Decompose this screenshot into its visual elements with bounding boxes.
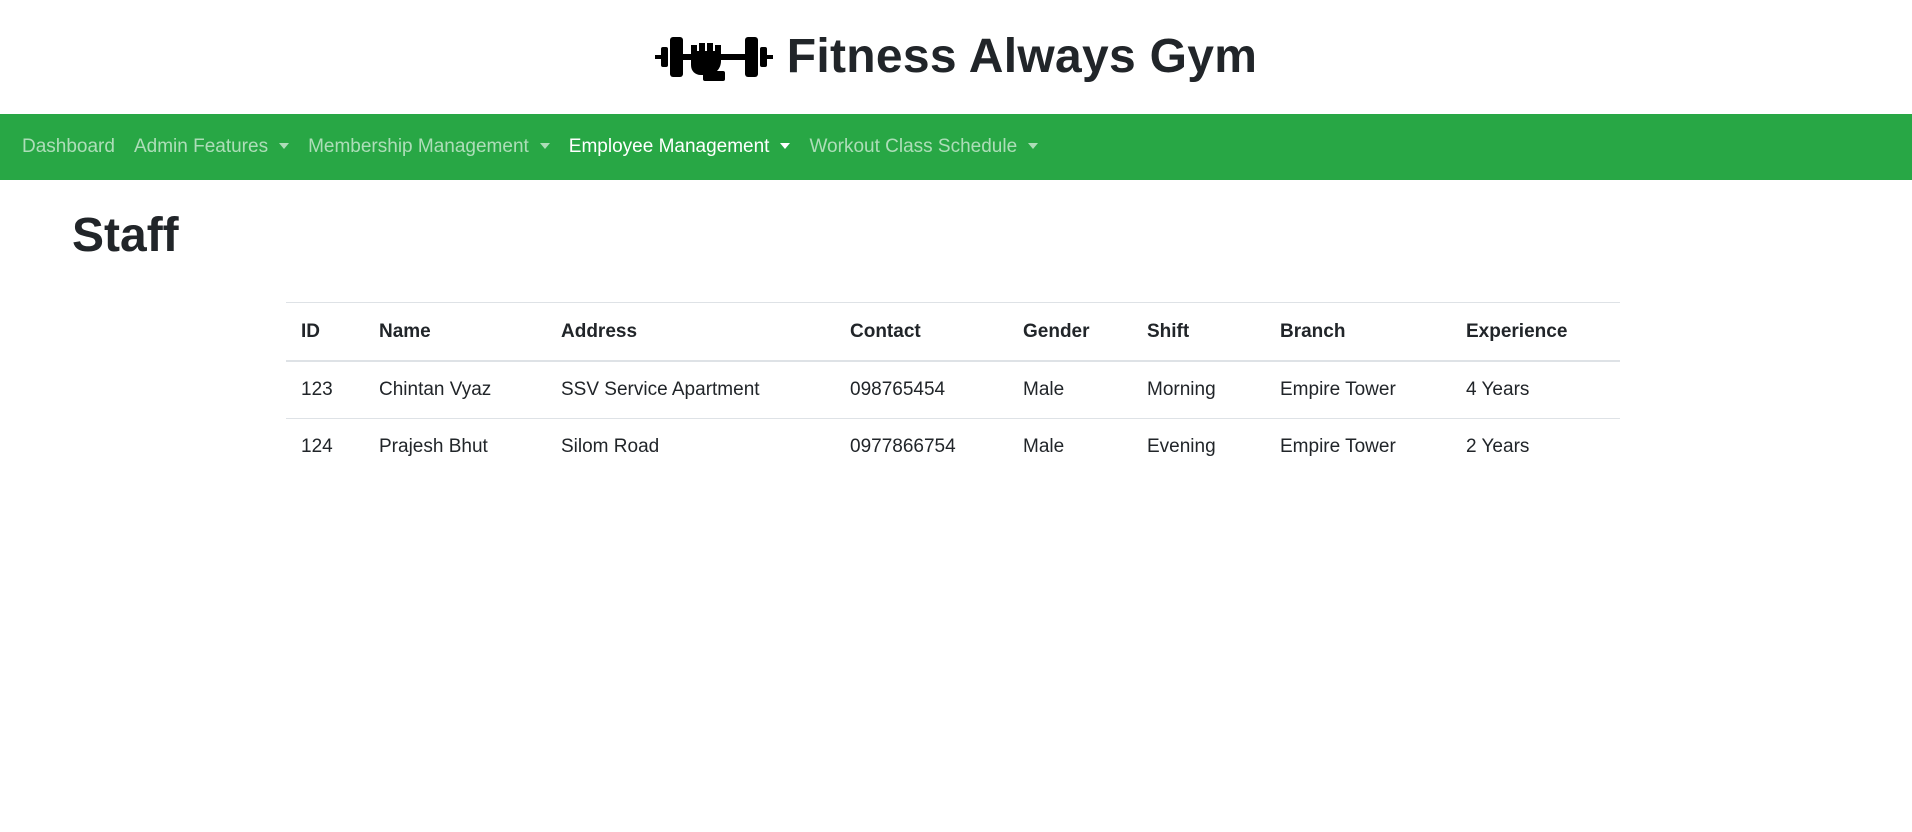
cell-address: Silom Road — [561, 436, 660, 457]
column-header-id: ID — [286, 302, 364, 362]
nav-workout-class-schedule[interactable]: Workout Class Schedule — [809, 136, 1039, 158]
table-row: 124 Prajesh Bhut Silom Road 0977866754 M… — [286, 419, 1620, 476]
nav-employee-management[interactable]: Employee Management — [569, 136, 791, 158]
caret-down-icon — [279, 143, 290, 149]
column-header-name: Name — [364, 302, 546, 362]
caret-down-icon — [780, 143, 791, 149]
cell-experience: 4 Years — [1451, 361, 1620, 419]
cell-contact: 0977866754 — [850, 436, 956, 457]
cell-branch: Empire Tower — [1280, 436, 1396, 457]
nav-membership-management-label: Membership Management — [308, 136, 529, 157]
staff-table: ID Name Address Contact Gender Shift Bra… — [286, 302, 1620, 475]
nav-membership-management[interactable]: Membership Management — [308, 136, 550, 158]
table-header-row: ID Name Address Contact Gender Shift Bra… — [286, 302, 1620, 362]
caret-down-icon — [539, 143, 550, 149]
dumbbell-fist-icon — [654, 31, 773, 83]
column-header-gender: Gender — [1008, 302, 1132, 362]
cell-contact: 098765454 — [835, 361, 1008, 419]
site-header: Fitness Always Gym — [0, 0, 1912, 114]
cell-branch: Empire Tower — [1265, 361, 1451, 419]
cell-name: Prajesh Bhut — [379, 436, 488, 457]
site-title: Fitness Always Gym — [786, 30, 1258, 83]
table-row: 123 Chintan Vyaz SSV Service Apartment 0… — [286, 361, 1620, 419]
column-header-branch: Branch — [1265, 302, 1451, 362]
nav-admin-features-label: Admin Features — [133, 136, 269, 157]
cell-id: 124 — [301, 436, 333, 457]
cell-gender: Male — [1008, 361, 1132, 419]
column-header-address: Address — [546, 302, 835, 362]
caret-down-icon — [1028, 143, 1039, 149]
column-header-experience: Experience — [1451, 302, 1620, 362]
cell-experience: 2 Years — [1466, 436, 1530, 457]
page-title: Staff — [72, 209, 179, 262]
cell-gender: Male — [1023, 436, 1065, 457]
nav-admin-features[interactable]: Admin Features — [133, 136, 290, 158]
nav-workout-class-schedule-label: Workout Class Schedule — [809, 136, 1018, 157]
staff-table-container: ID Name Address Contact Gender Shift Bra… — [286, 302, 1620, 475]
nav-dashboard[interactable]: Dashboard — [22, 136, 115, 158]
cell-shift: Evening — [1147, 436, 1216, 457]
cell-address: SSV Service Apartment — [546, 361, 835, 419]
column-header-contact: Contact — [835, 302, 1008, 362]
nav-employee-management-label: Employee Management — [568, 136, 770, 157]
cell-name: Chintan Vyaz — [364, 361, 546, 419]
column-header-shift: Shift — [1132, 302, 1265, 362]
cell-shift: Morning — [1132, 361, 1265, 419]
main-navbar: Dashboard Admin Features Membership Mana… — [0, 114, 1912, 180]
nav-dashboard-label: Dashboard — [22, 136, 115, 157]
cell-id: 123 — [286, 361, 364, 419]
